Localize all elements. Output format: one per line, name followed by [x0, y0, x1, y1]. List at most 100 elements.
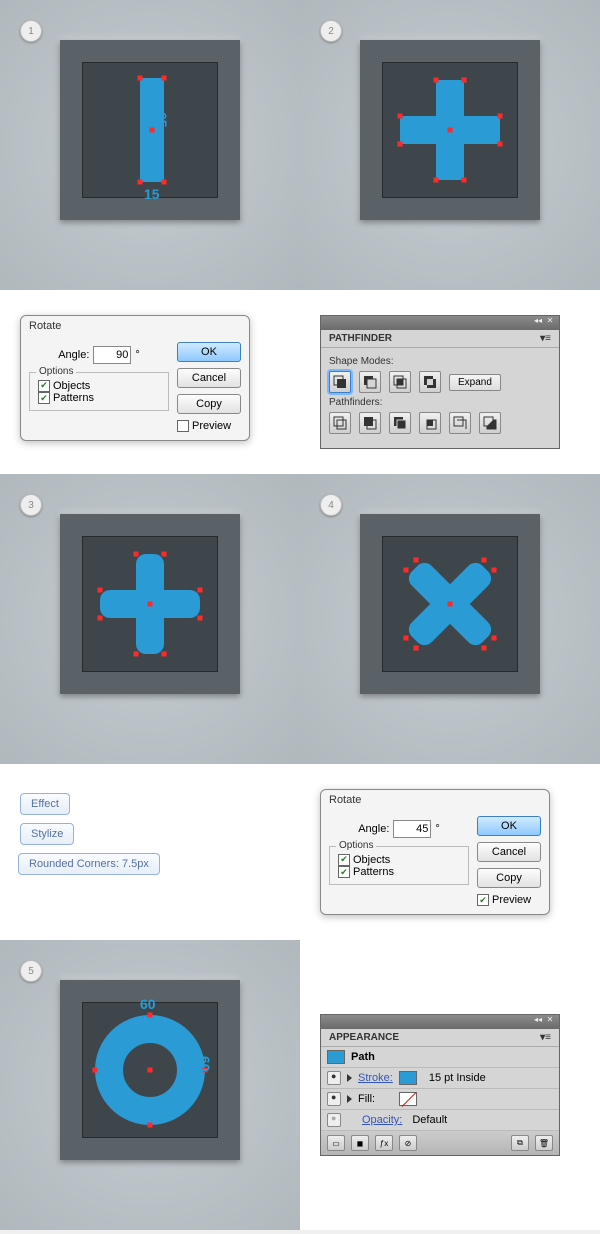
- pathfinder-panel: ◂◂✕ PATHFINDER ▾≡ Shape Modes: Expand Pa…: [320, 315, 560, 449]
- visibility-icon[interactable]: [327, 1092, 341, 1106]
- unite-icon[interactable]: [329, 371, 351, 393]
- panel-area-4: Rotate Angle: ° Options Objects Patterns: [300, 764, 600, 940]
- close-icon: ✕: [545, 1015, 555, 1025]
- fx-icon[interactable]: ƒx: [375, 1135, 393, 1151]
- panel-menu-icon[interactable]: ▾≡: [540, 333, 551, 344]
- step-badge: 4: [320, 494, 342, 516]
- dialog-title: Rotate: [321, 790, 549, 808]
- new-stroke-icon[interactable]: ▭: [327, 1135, 345, 1151]
- stroke-swatch[interactable]: [399, 1071, 417, 1085]
- angle-input[interactable]: [393, 820, 431, 838]
- duplicate-icon[interactable]: ⧉: [511, 1135, 529, 1151]
- collapse-icon: ◂◂: [533, 316, 543, 326]
- fill-label: Fill:: [358, 1093, 375, 1105]
- options-legend: Options: [336, 840, 376, 851]
- step-badge: 5: [20, 960, 42, 982]
- dim-width: 15: [144, 186, 160, 202]
- panel-header[interactable]: ◂◂✕: [321, 316, 559, 330]
- panel-menu-icon[interactable]: ▾≡: [540, 1032, 551, 1043]
- copy-button[interactable]: Copy: [177, 394, 241, 414]
- dim-width: 60: [140, 996, 156, 1012]
- shape-modes-label: Shape Modes:: [329, 356, 551, 367]
- panel-area-5: ◂◂✕ APPEARANCE ▾≡ Path Stroke: 15 pt Ins…: [300, 940, 600, 1230]
- stylize-tag[interactable]: Stylize: [20, 823, 74, 845]
- opacity-label[interactable]: Opacity:: [362, 1114, 402, 1126]
- outline-icon[interactable]: [449, 412, 471, 434]
- fill-swatch[interactable]: [399, 1092, 417, 1106]
- angle-label: Angle:: [58, 349, 89, 361]
- stroke-label[interactable]: Stroke:: [358, 1072, 393, 1084]
- degree-symbol: °: [435, 823, 439, 835]
- visibility-icon[interactable]: [327, 1113, 341, 1127]
- artboard: [60, 514, 240, 694]
- angle-input[interactable]: [93, 346, 131, 364]
- close-icon: ✕: [545, 316, 555, 326]
- patterns-checkbox[interactable]: Patterns: [38, 392, 94, 404]
- panel-header[interactable]: ◂◂✕: [321, 1015, 559, 1029]
- collapse-icon: ◂◂: [533, 1015, 543, 1025]
- copy-button[interactable]: Copy: [477, 868, 541, 888]
- path-row[interactable]: Path: [321, 1047, 559, 1068]
- trash-icon[interactable]: 🗑: [535, 1135, 553, 1151]
- effect-tag[interactable]: Effect: [20, 793, 70, 815]
- step-badge: 3: [20, 494, 42, 516]
- rotate-dialog: Rotate Angle: ° Options Objects Patterns: [20, 315, 250, 441]
- degree-symbol: °: [135, 349, 139, 361]
- appearance-panel: ◂◂✕ APPEARANCE ▾≡ Path Stroke: 15 pt Ins…: [320, 1014, 560, 1156]
- path-label: Path: [351, 1051, 375, 1063]
- panel-area-2: ◂◂✕ PATHFINDER ▾≡ Shape Modes: Expand Pa…: [300, 290, 600, 474]
- visibility-icon[interactable]: [327, 1071, 341, 1085]
- step-badge: 2: [320, 20, 342, 42]
- preview-checkbox[interactable]: Preview: [477, 894, 533, 906]
- minus-back-icon[interactable]: [479, 412, 501, 434]
- dim-height: 60: [197, 1056, 213, 1072]
- patterns-checkbox[interactable]: Patterns: [338, 866, 394, 878]
- dim-height: 65: [154, 112, 170, 128]
- cancel-button[interactable]: Cancel: [477, 842, 541, 862]
- objects-checkbox[interactable]: Objects: [338, 854, 390, 866]
- canvas-step-4: 4: [300, 474, 600, 764]
- panel-footer: ▭ ◼ ƒx ⊘ ⧉ 🗑: [321, 1131, 559, 1155]
- clear-icon[interactable]: ⊘: [399, 1135, 417, 1151]
- panel-area-1: Rotate Angle: ° Options Objects Patterns: [0, 290, 300, 474]
- stroke-row[interactable]: Stroke: 15 pt Inside: [321, 1068, 559, 1089]
- objects-checkbox[interactable]: Objects: [38, 380, 90, 392]
- rotate-dialog-2: Rotate Angle: ° Options Objects Patterns: [320, 789, 550, 915]
- angle-label: Angle:: [358, 823, 389, 835]
- artboard: 60 60: [60, 980, 240, 1160]
- opacity-value: Default: [412, 1114, 447, 1126]
- options-legend: Options: [36, 366, 76, 377]
- crop-icon[interactable]: [419, 412, 441, 434]
- artboard: [360, 40, 540, 220]
- artboard: [360, 514, 540, 694]
- intersect-icon[interactable]: [389, 371, 411, 393]
- canvas-step-1: 1 65 15: [0, 0, 300, 290]
- stroke-value: 15 pt Inside: [429, 1072, 486, 1084]
- new-fill-icon[interactable]: ◼: [351, 1135, 369, 1151]
- fill-row[interactable]: Fill:: [321, 1089, 559, 1110]
- pathfinders-label: Pathfinders:: [329, 397, 551, 408]
- panel-title: APPEARANCE: [329, 1032, 399, 1043]
- divide-icon[interactable]: [329, 412, 351, 434]
- rounded-corners-tag[interactable]: Rounded Corners: 7.5px: [18, 853, 160, 875]
- minus-front-icon[interactable]: [359, 371, 381, 393]
- opacity-row[interactable]: Opacity: Default: [321, 1110, 559, 1131]
- canvas-step-3: 3: [0, 474, 300, 764]
- path-thumb-icon: [327, 1050, 345, 1064]
- disclosure-icon[interactable]: [347, 1095, 352, 1103]
- exclude-icon[interactable]: [419, 371, 441, 393]
- step-badge: 1: [20, 20, 42, 42]
- dialog-title: Rotate: [21, 316, 249, 334]
- merge-icon[interactable]: [389, 412, 411, 434]
- expand-button[interactable]: Expand: [449, 374, 501, 391]
- disclosure-icon[interactable]: [347, 1074, 352, 1082]
- trim-icon[interactable]: [359, 412, 381, 434]
- ok-button[interactable]: OK: [177, 342, 241, 362]
- canvas-step-5: 5 60 60: [0, 940, 300, 1230]
- preview-checkbox[interactable]: Preview: [177, 420, 233, 432]
- canvas-step-2: 2: [300, 0, 600, 290]
- panel-title: PATHFINDER: [329, 333, 392, 344]
- ok-button[interactable]: OK: [477, 816, 541, 836]
- cancel-button[interactable]: Cancel: [177, 368, 241, 388]
- artboard: 65 15: [60, 40, 240, 220]
